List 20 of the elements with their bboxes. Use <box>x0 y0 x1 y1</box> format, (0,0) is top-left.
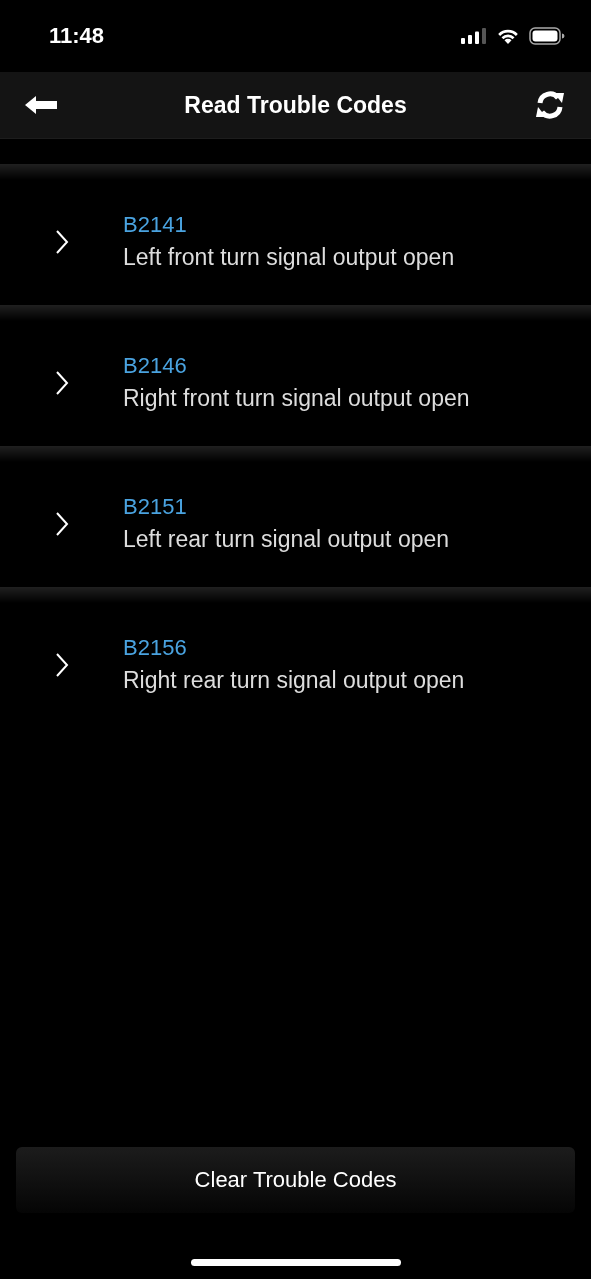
code-label: B2141 <box>123 212 188 238</box>
chevron-right-icon <box>55 510 69 537</box>
code-description: Left front turn signal output open <box>123 244 455 271</box>
code-description: Right rear turn signal output open <box>123 667 465 694</box>
code-description: Right front turn signal output open <box>123 385 470 412</box>
code-label: B2151 <box>123 494 188 520</box>
code-label: B2146 <box>123 353 188 379</box>
signal-icon <box>461 28 487 44</box>
clear-codes-button[interactable]: Clear Trouble Codes <box>16 1147 575 1213</box>
back-arrow-icon[interactable] <box>25 96 57 114</box>
code-label: B2156 <box>123 635 188 661</box>
code-description: Left rear turn signal output open <box>123 526 450 553</box>
chevron-right-icon <box>55 228 69 255</box>
battery-icon <box>529 27 565 45</box>
refresh-icon[interactable] <box>534 89 566 121</box>
wifi-icon <box>496 27 520 45</box>
chevron-right-icon <box>55 651 69 678</box>
page-title: Read Trouble Codes <box>184 91 407 119</box>
chevron-right-icon <box>55 369 69 396</box>
status-time: 11:48 <box>49 23 105 49</box>
